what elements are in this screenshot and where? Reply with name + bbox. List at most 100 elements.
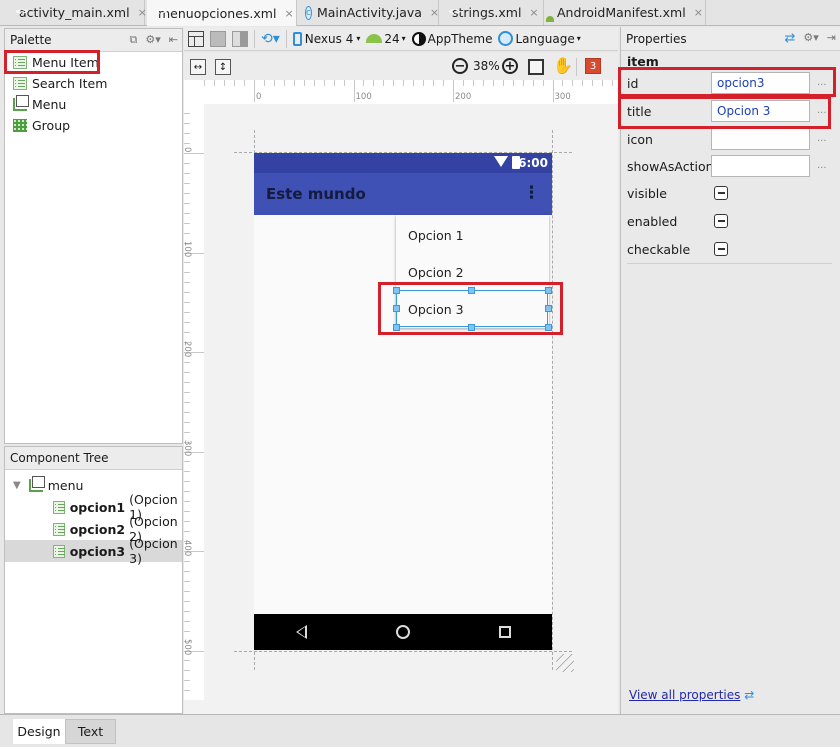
icon-field[interactable] [711, 128, 810, 150]
tab-menuopciones[interactable]: menuopciones.xml × [147, 0, 297, 26]
view-all-properties-link[interactable]: View all properties [629, 688, 740, 702]
blueprint-view-icon[interactable] [210, 30, 226, 47]
orientation-icon[interactable]: ⟲▾ [261, 31, 280, 47]
pan-hand-icon[interactable]: ✋ [553, 56, 573, 75]
ruler-tick [184, 162, 190, 164]
ruler-tick [482, 80, 484, 86]
resize-handle[interactable] [393, 324, 400, 331]
ruler-tick [184, 232, 190, 234]
tab-strings[interactable]: strings.xml × [441, 0, 544, 25]
ruler-tick [184, 302, 190, 304]
ruler-tick [184, 680, 190, 682]
tab-label: AndroidManifest.xml [557, 5, 686, 20]
app-bar: Este mundo ⋮ [254, 173, 552, 215]
tab-activity-main[interactable]: activity_main.xml × [8, 0, 147, 25]
ruler-tick [602, 80, 604, 86]
device-selector[interactable]: Nexus 4 ▾ [292, 31, 360, 46]
status-time: 6:00 [518, 156, 548, 170]
close-icon[interactable]: × [694, 6, 703, 19]
design-view-icon[interactable] [188, 30, 204, 47]
ruler-tick [184, 411, 190, 413]
zoom-in-icon[interactable]: + [502, 58, 518, 74]
theme-selector[interactable]: AppTheme [411, 31, 492, 46]
both-views-icon[interactable] [232, 30, 248, 47]
enabled-checkbox[interactable] [714, 214, 728, 228]
ruler-tick [303, 80, 305, 86]
ruler-tick [184, 113, 190, 115]
palette-item-label: Menu [32, 97, 67, 112]
ruler-tick [184, 620, 190, 622]
ruler-label: 0 [256, 92, 262, 102]
hide-panel-icon[interactable]: ⇥ [827, 31, 836, 46]
resize-handle[interactable] [468, 287, 475, 294]
fit-width-icon[interactable]: ↔ [190, 59, 206, 75]
hide-panel-icon[interactable]: ⇤ [169, 33, 178, 47]
canvas-toolbar: ↔ ↕ − 38% + ✋ 3 [184, 53, 618, 80]
showasaction-field[interactable] [711, 155, 810, 177]
api-level-label: 24 [384, 31, 400, 46]
expand-arrow-icon[interactable]: ▼ [13, 480, 21, 491]
ruler-tick [184, 322, 190, 324]
zoom-out-icon[interactable]: − [452, 58, 468, 74]
bounds-guide [552, 130, 553, 670]
close-icon[interactable]: × [284, 7, 293, 20]
menu-item-icon [53, 544, 65, 558]
swap-view-icon[interactable]: ⇄ [784, 31, 795, 46]
popup-menu-item[interactable]: Opcion 1 [408, 228, 464, 243]
title-field[interactable]: Opcion 3 [711, 100, 810, 122]
palette-item-menu-item[interactable]: Menu Item [5, 52, 182, 73]
tab-mainactivity[interactable]: c MainActivity.java × [299, 0, 439, 25]
gear-icon[interactable]: ⚙▾ [803, 31, 818, 46]
tab-text[interactable]: Text [65, 719, 116, 744]
ruler-tick [612, 80, 614, 86]
palette-item-group[interactable]: Group [5, 115, 182, 136]
resize-handle[interactable] [545, 305, 552, 312]
navigation-bar [254, 614, 552, 650]
resize-handle[interactable] [545, 324, 552, 331]
collapse-all-icon[interactable]: ⧉ [130, 33, 138, 47]
id-field[interactable]: opcion3 [711, 72, 810, 94]
resize-handle[interactable] [468, 324, 475, 331]
ruler-tick [184, 262, 190, 264]
ruler-tick [383, 80, 385, 86]
api-level-selector[interactable]: 24 ▾ [366, 31, 406, 46]
ruler-tick [373, 80, 375, 86]
browse-button[interactable]: ... [817, 133, 827, 144]
resize-handle[interactable] [545, 287, 552, 294]
gear-icon[interactable]: ⚙▾ [145, 33, 160, 47]
popup-menu-item[interactable]: Opcion 2 [408, 265, 464, 280]
palette-header: Palette ⧉ ⚙▾ ⇤ [5, 29, 182, 52]
fit-height-icon[interactable]: ↕ [215, 59, 231, 75]
close-icon[interactable]: × [138, 6, 147, 19]
palette-item-search-item[interactable]: Search Item [5, 73, 182, 94]
palette-item-menu[interactable]: Menu [5, 94, 182, 115]
close-icon[interactable]: × [430, 6, 439, 19]
ruler-tick [552, 80, 554, 102]
tab-androidmanifest[interactable]: AndroidManifest.xml × [546, 0, 706, 25]
browse-button[interactable]: ... [817, 160, 827, 171]
ruler-tick [184, 401, 190, 403]
ruler-tick [184, 660, 190, 662]
browse-button[interactable]: ... [817, 77, 827, 88]
fit-screen-icon[interactable] [528, 59, 544, 75]
browse-button[interactable]: ... [817, 105, 827, 116]
ruler-tick [184, 630, 190, 632]
resize-handle[interactable] [393, 305, 400, 312]
language-selector[interactable]: Language ▾ [498, 31, 581, 46]
tab-design[interactable]: Design [13, 719, 65, 744]
close-icon[interactable]: × [529, 6, 538, 19]
ruler-tick [184, 391, 190, 393]
ruler-tick [572, 80, 574, 86]
ruler-tick [184, 292, 190, 294]
ruler-tick [244, 80, 246, 86]
view-all-properties[interactable]: View all properties ⇄ [629, 688, 754, 702]
warnings-badge[interactable]: 3 [585, 58, 601, 74]
ruler-tick [184, 381, 190, 383]
resize-corner-icon[interactable] [556, 654, 574, 672]
selection-outline[interactable] [396, 290, 548, 327]
visible-checkbox[interactable] [714, 186, 728, 200]
checkable-checkbox[interactable] [714, 242, 728, 256]
resize-handle[interactable] [393, 287, 400, 294]
tree-node-opcion3[interactable]: opcion3 (Opcion 3) [5, 536, 182, 566]
overflow-menu-icon[interactable]: ⋮ [523, 183, 540, 203]
